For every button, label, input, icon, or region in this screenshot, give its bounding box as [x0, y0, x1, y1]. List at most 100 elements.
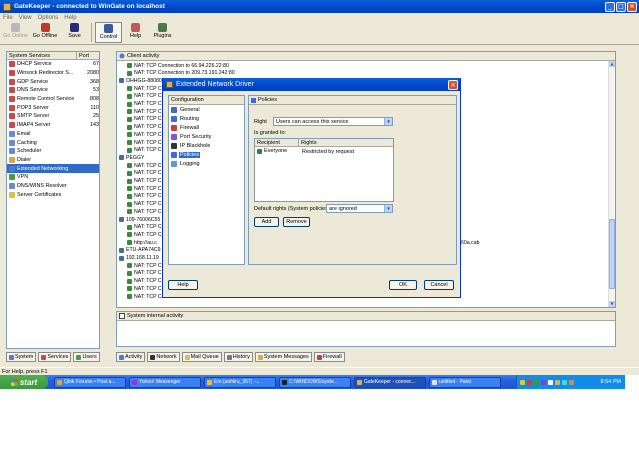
configuration-tree[interactable]: Configuration General Routing Firewall Port… [168, 95, 245, 265]
connection-node[interactable]: NAT: TCP C [127, 85, 162, 92]
taskbar-task[interactable]: Qbik Forums • Post a... [54, 376, 126, 388]
column-header-recipient[interactable]: Recipient [255, 139, 299, 146]
table-row[interactable]: Everyone Restricted by request [255, 147, 393, 155]
service-item[interactable]: Caching [7, 138, 99, 147]
add-button[interactable]: Add [254, 217, 279, 227]
connection-node[interactable]: NAT: TCP C [127, 124, 162, 131]
service-item[interactable]: Winsock Redirector S... 2080 [7, 69, 99, 78]
column-header-rights[interactable]: Rights [299, 139, 317, 146]
scroll-up-icon[interactable]: ▲ [609, 61, 615, 67]
dialog-close-icon[interactable]: × [448, 79, 458, 90]
scroll-thumb[interactable] [609, 219, 615, 289]
tray-icon[interactable] [520, 379, 525, 385]
service-item[interactable]: POP3 Server 110 [7, 103, 99, 112]
column-header-services[interactable]: System Services [7, 52, 77, 59]
go-offline-button[interactable]: Go Offline [29, 22, 61, 43]
column-header-port[interactable]: Port [77, 52, 89, 59]
menu-view[interactable]: View [19, 15, 32, 21]
tray-icon[interactable] [527, 379, 532, 385]
minimize-button[interactable]: _ [605, 1, 615, 12]
connection-node[interactable]: NAT: TCP C [127, 231, 162, 238]
service-item[interactable]: VPN [7, 173, 99, 182]
connection-node[interactable]: NAT: TCP C [127, 170, 162, 177]
ok-button[interactable]: OK [389, 280, 417, 290]
connection-node[interactable]: NAT: TCP C [127, 224, 162, 231]
config-item-port-security[interactable]: Port Security [169, 132, 244, 141]
connection-node[interactable]: NAT: TCP C [127, 270, 162, 277]
remove-button[interactable]: Remove [283, 217, 310, 227]
tab-system-messages[interactable]: System Messages [254, 352, 312, 362]
tab-users[interactable]: Users [73, 352, 100, 362]
chevron-down-icon[interactable]: ▼ [384, 205, 392, 212]
connection-node[interactable]: NAT: TCP C [127, 278, 162, 285]
tab-history[interactable]: History [223, 352, 253, 362]
tab-firewall[interactable]: Firewall [313, 352, 345, 362]
taskbar-task[interactable]: C:\WINDOWS\syste... [279, 376, 351, 388]
control-button[interactable]: Control [95, 22, 122, 43]
connection-node[interactable]: NAT: TCP C [127, 101, 162, 108]
taskbar-task[interactable]: Yahoo! Messenger [129, 376, 201, 388]
connection-node[interactable]: NAT: TCP Connection to 209.73.191.242:80 [127, 70, 235, 77]
recipients-table[interactable]: Recipient Rights Everyone Restricted by … [254, 138, 394, 202]
client-node[interactable]: ETU-APA74C9 [119, 247, 161, 254]
help-dialog-button[interactable]: Help [168, 280, 198, 290]
scroll-down-icon[interactable]: ▼ [609, 301, 615, 307]
config-item-ip-blackhole[interactable]: IP Blackhole [169, 141, 244, 150]
connection-node[interactable]: NAT: TCP C [127, 116, 162, 123]
service-item[interactable]: Remote Control Service 808 [7, 95, 99, 104]
connection-node[interactable]: NAT: TCP C [127, 147, 162, 154]
close-button[interactable]: × [627, 1, 637, 12]
plugins-button[interactable]: Plugins [149, 22, 176, 43]
taskbar-task[interactable]: untitled - Paint [429, 376, 501, 388]
save-button[interactable]: Save [61, 22, 88, 43]
connection-node[interactable]: NAT: TCP C [127, 93, 162, 100]
config-item-logging[interactable]: Logging [169, 159, 244, 168]
client-node[interactable]: 109-76006C55 [119, 216, 160, 223]
client-node[interactable]: PEGGY [119, 154, 144, 161]
tray-icon[interactable] [569, 379, 574, 385]
chevron-down-icon[interactable]: ▼ [384, 118, 392, 125]
clock[interactable]: 8:54 PM [601, 379, 621, 385]
services-list[interactable]: System Services Port DHCP Service 67 Winso… [6, 51, 100, 349]
service-item[interactable]: GDP Service 368 [7, 77, 99, 86]
start-button[interactable]: start [0, 375, 48, 389]
client-node[interactable]: 192.168.11.19 [119, 255, 159, 262]
connection-node[interactable]: NAT: TCP C [127, 262, 162, 269]
connection-node[interactable]: NAT: TCP C [127, 108, 162, 115]
service-item[interactable]: Scheduler [7, 147, 99, 156]
config-item-policies[interactable]: Policies [169, 150, 244, 159]
tab-network[interactable]: Network [147, 352, 180, 362]
connection-node[interactable]: NAT: TCP Connection to 66.94.226.22:80 [127, 62, 229, 69]
client-node[interactable]: OHHGG-88080 [119, 77, 162, 84]
tray-icon[interactable] [562, 379, 567, 385]
connection-node[interactable]: NAT: TCP C [127, 178, 162, 185]
service-item[interactable]: IMAP4 Server 143 [7, 121, 99, 130]
cancel-button[interactable]: Cancel [424, 280, 454, 290]
tray-icon[interactable] [541, 379, 546, 385]
tray-icon[interactable] [534, 379, 539, 385]
go-online-button[interactable]: Go Online [2, 22, 29, 43]
menu-file[interactable]: File [3, 15, 13, 21]
tray-icon[interactable] [555, 379, 560, 385]
service-item[interactable]: DHCP Service 67 [7, 60, 99, 69]
taskbar-task[interactable]: Em (ashtiru_357) -... [204, 376, 276, 388]
help-button[interactable]: Help [122, 22, 149, 43]
connection-node[interactable]: NAT: TCP C [127, 139, 162, 146]
service-item[interactable]: Server Certificates [7, 190, 99, 199]
tray-icon[interactable] [548, 379, 553, 385]
config-item-routing[interactable]: Routing [169, 114, 244, 123]
connection-node[interactable]: NAT: TCP C [127, 201, 162, 208]
maximize-button[interactable]: □ [616, 1, 626, 12]
connection-node[interactable]: NAT: TCP C [127, 285, 162, 292]
service-item[interactable]: SMTP Server 25 [7, 112, 99, 121]
service-item[interactable]: DNS/WINS Resolver [7, 182, 99, 191]
tab-system[interactable]: System [6, 352, 37, 362]
service-item[interactable]: DNS Service 53 [7, 86, 99, 95]
config-item-firewall[interactable]: Firewall [169, 123, 244, 132]
connection-node[interactable]: NAT: TCP C [127, 131, 162, 138]
tab-services[interactable]: Services [38, 352, 72, 362]
connection-node[interactable]: NAT: TCP C [127, 162, 162, 169]
activity-scrollbar[interactable]: ▲ ▼ [608, 61, 615, 307]
menu-options[interactable]: Options [38, 15, 59, 21]
config-item-general[interactable]: General [169, 105, 244, 114]
